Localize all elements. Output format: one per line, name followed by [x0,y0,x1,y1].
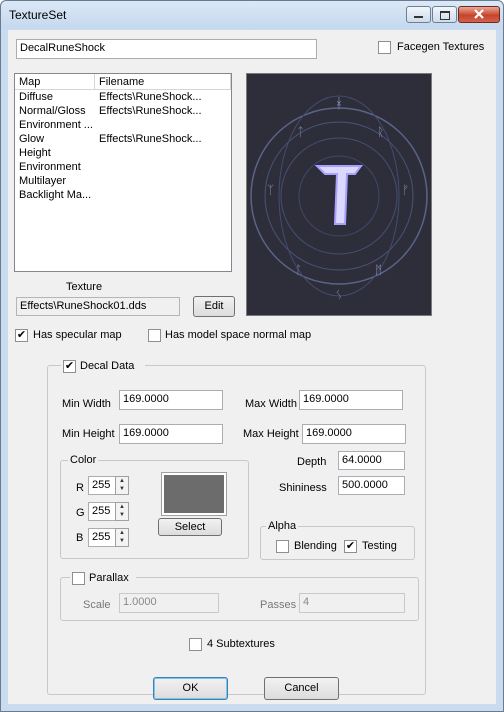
shininess-field[interactable]: 500.0000 [338,476,405,495]
min-height-field[interactable]: 169.0000 [119,424,223,444]
list-item[interactable]: Diffuse Effects\RuneShock... [15,91,231,105]
red-field[interactable]: 255 [88,476,116,495]
svg-text:ᛊ: ᛊ [335,288,342,302]
green-spinner[interactable]: ▲ ▼ [115,502,129,521]
svg-text:ᚱ: ᚱ [377,125,384,139]
maximize-button[interactable] [432,6,457,23]
min-height-label: Min Height [62,428,115,440]
map-name: Height [19,147,51,159]
green-field[interactable]: 255 [88,502,116,521]
edit-button[interactable]: Edit [193,296,235,317]
map-filename: Effects\RuneShock... [99,133,202,145]
map-filename: Effects\RuneShock... [99,91,202,103]
ok-button[interactable]: OK [153,677,228,700]
decal-data-checkbox[interactable]: ✔ [63,360,76,373]
scale-field[interactable]: 1.0000 [119,593,219,613]
minimize-icon [414,16,423,18]
close-icon [474,9,484,19]
parallax-label: Parallax [89,572,129,584]
list-item[interactable]: Height [15,147,231,161]
specular-label: Has specular map [33,329,122,341]
rune-preview-image: ᚼ ᛏ ᚱ ᛉ ᚠ ᛚ ᛗ ᛊ [250,95,428,302]
texture-path: Effects\RuneShock01.dds [16,297,180,316]
checkmark-icon: ✔ [16,329,27,341]
title-bar[interactable]: TextureSet [1,1,503,29]
shininess-label: Shininess [279,482,327,494]
list-item[interactable]: Environment [15,161,231,175]
list-item[interactable]: Environment ... [15,119,231,133]
map-name: Diffuse [19,91,54,103]
map-name: Environment ... [19,119,93,131]
subtextures-checkbox[interactable] [189,638,202,651]
blending-checkbox[interactable] [276,540,289,553]
blue-label: B [76,532,84,544]
max-height-label: Max Height [243,428,299,440]
texture-label: Texture [66,281,103,293]
passes-label: Passes [260,599,297,611]
alpha-legend: Alpha [266,520,299,532]
red-spinner[interactable]: ▲ ▼ [115,476,129,495]
facegen-checkbox[interactable] [378,41,391,54]
window-title: TextureSet [9,8,67,22]
passes-field[interactable]: 4 [299,593,405,613]
facegen-label: Facegen Textures [397,41,485,53]
model-space-checkbox[interactable] [148,329,161,342]
list-item[interactable]: Normal/Gloss Effects\RuneShock... [15,105,231,119]
blue-spinner[interactable]: ▲ ▼ [115,528,129,547]
map-name: Backlight Ma... [19,189,92,201]
svg-text:ᛏ: ᛏ [297,125,304,139]
maximize-icon [440,11,450,20]
close-button[interactable] [458,6,500,23]
svg-text:ᛗ: ᛗ [375,263,382,277]
svg-text:ᛚ: ᛚ [295,263,302,277]
min-width-field[interactable]: 169.0000 [119,390,223,410]
map-list[interactable]: Map Filename Diffuse Effects\RuneShock...… [14,73,232,272]
blue-field[interactable]: 255 [88,528,116,547]
decal-data-label: Decal Data [80,360,135,372]
list-item[interactable]: Backlight Ma... [15,189,231,203]
testing-checkbox[interactable]: ✔ [344,540,357,553]
window: TextureSet DecalRuneShock Facegen Textur… [0,0,504,712]
max-width-field[interactable]: 169.0000 [299,390,403,410]
svg-text:ᚠ: ᚠ [402,183,409,197]
min-width-label: Min Width [62,398,111,410]
minimize-button[interactable] [406,6,431,23]
map-name: Normal/Gloss [19,105,86,117]
cancel-button[interactable]: Cancel [264,677,339,700]
map-name: Multilayer [19,175,67,187]
select-color-button[interactable]: Select [158,518,222,536]
depth-field[interactable]: 64.0000 [338,451,405,470]
parallax-checkbox[interactable] [72,572,85,585]
column-header-filename[interactable]: Filename [95,74,231,90]
testing-label: Testing [362,540,397,552]
specular-checkbox[interactable]: ✔ [15,329,28,342]
model-space-label: Has model space normal map [165,329,312,341]
map-name: Environment [19,161,81,173]
checkmark-icon: ✔ [64,360,75,372]
checkmark-icon: ✔ [345,540,356,552]
scale-label: Scale [83,599,111,611]
green-label: G [76,507,85,519]
max-width-label: Max Width [245,398,297,410]
max-height-field[interactable]: 169.0000 [302,424,406,444]
subtextures-label: 4 Subtextures [207,638,275,650]
texture-preview: ᚼ ᛏ ᚱ ᛉ ᚠ ᛚ ᛗ ᛊ [246,73,432,316]
column-header-map[interactable]: Map [15,74,95,90]
color-legend: Color [68,454,99,466]
blending-label: Blending [294,540,337,552]
name-field[interactable]: DecalRuneShock [16,39,317,59]
dialog-body: DecalRuneShock Facegen Textures Map File… [8,30,496,704]
map-filename: Effects\RuneShock... [99,105,202,117]
red-label: R [76,482,84,494]
list-item[interactable]: Multilayer [15,175,231,189]
color-swatch[interactable] [161,472,227,516]
list-item[interactable]: Glow Effects\RuneShock... [15,133,231,147]
map-name: Glow [19,133,45,145]
svg-text:ᛉ: ᛉ [267,183,274,197]
depth-label: Depth [297,456,327,468]
svg-text:ᚼ: ᚼ [335,96,343,112]
